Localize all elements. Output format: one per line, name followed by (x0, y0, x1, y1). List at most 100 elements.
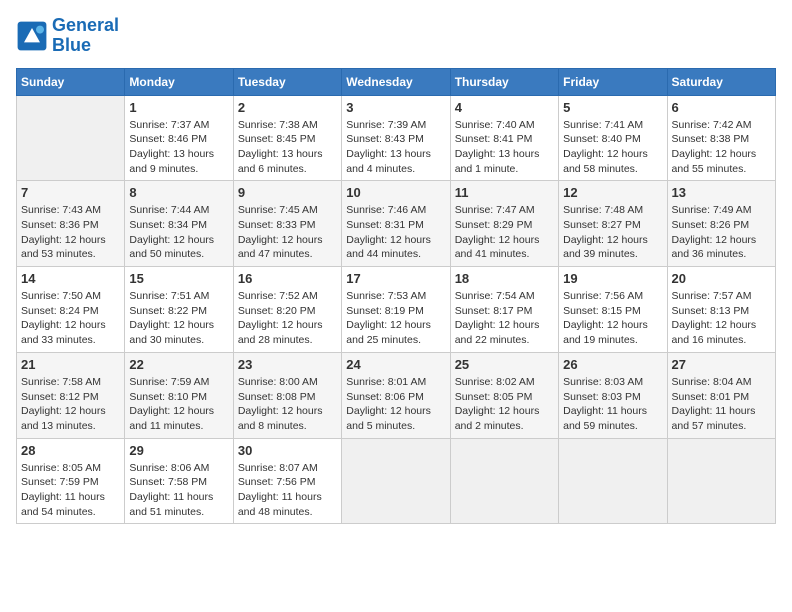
calendar-day-cell: 10 Sunrise: 7:46 AM Sunset: 8:31 PM Dayl… (342, 181, 450, 267)
day-number: 23 (238, 357, 337, 372)
day-number: 24 (346, 357, 445, 372)
calendar-day-cell: 9 Sunrise: 7:45 AM Sunset: 8:33 PM Dayli… (233, 181, 341, 267)
day-info: Sunrise: 7:47 AM Sunset: 8:29 PM Dayligh… (455, 203, 554, 262)
day-info: Sunrise: 7:45 AM Sunset: 8:33 PM Dayligh… (238, 203, 337, 262)
calendar-table: SundayMondayTuesdayWednesdayThursdayFrid… (16, 68, 776, 525)
day-info: Sunrise: 7:40 AM Sunset: 8:41 PM Dayligh… (455, 118, 554, 177)
calendar-day-cell: 23 Sunrise: 8:00 AM Sunset: 8:08 PM Dayl… (233, 352, 341, 438)
day-info: Sunrise: 7:39 AM Sunset: 8:43 PM Dayligh… (346, 118, 445, 177)
day-info: Sunrise: 7:56 AM Sunset: 8:15 PM Dayligh… (563, 289, 662, 348)
day-number: 25 (455, 357, 554, 372)
day-info: Sunrise: 7:42 AM Sunset: 8:38 PM Dayligh… (672, 118, 771, 177)
day-number: 5 (563, 100, 662, 115)
calendar-day-cell: 11 Sunrise: 7:47 AM Sunset: 8:29 PM Dayl… (450, 181, 558, 267)
calendar-day-cell: 4 Sunrise: 7:40 AM Sunset: 8:41 PM Dayli… (450, 95, 558, 181)
calendar-day-cell: 25 Sunrise: 8:02 AM Sunset: 8:05 PM Dayl… (450, 352, 558, 438)
day-info: Sunrise: 8:05 AM Sunset: 7:59 PM Dayligh… (21, 461, 120, 520)
calendar-week-row: 1 Sunrise: 7:37 AM Sunset: 8:46 PM Dayli… (17, 95, 776, 181)
calendar-day-cell: 18 Sunrise: 7:54 AM Sunset: 8:17 PM Dayl… (450, 267, 558, 353)
day-number: 27 (672, 357, 771, 372)
day-number: 22 (129, 357, 228, 372)
page-header: General Blue (16, 16, 776, 56)
logo: General Blue (16, 16, 119, 56)
day-info: Sunrise: 7:48 AM Sunset: 8:27 PM Dayligh… (563, 203, 662, 262)
day-number: 7 (21, 185, 120, 200)
calendar-day-cell: 20 Sunrise: 7:57 AM Sunset: 8:13 PM Dayl… (667, 267, 775, 353)
day-number: 13 (672, 185, 771, 200)
day-info: Sunrise: 8:00 AM Sunset: 8:08 PM Dayligh… (238, 375, 337, 434)
day-number: 28 (21, 443, 120, 458)
calendar-day-cell: 22 Sunrise: 7:59 AM Sunset: 8:10 PM Dayl… (125, 352, 233, 438)
day-number: 26 (563, 357, 662, 372)
calendar-day-cell: 17 Sunrise: 7:53 AM Sunset: 8:19 PM Dayl… (342, 267, 450, 353)
logo-text: General Blue (52, 16, 119, 56)
calendar-week-row: 14 Sunrise: 7:50 AM Sunset: 8:24 PM Dayl… (17, 267, 776, 353)
day-info: Sunrise: 7:52 AM Sunset: 8:20 PM Dayligh… (238, 289, 337, 348)
calendar-week-row: 28 Sunrise: 8:05 AM Sunset: 7:59 PM Dayl… (17, 438, 776, 524)
calendar-day-cell: 2 Sunrise: 7:38 AM Sunset: 8:45 PM Dayli… (233, 95, 341, 181)
day-number: 8 (129, 185, 228, 200)
day-info: Sunrise: 7:37 AM Sunset: 8:46 PM Dayligh… (129, 118, 228, 177)
calendar-day-cell: 30 Sunrise: 8:07 AM Sunset: 7:56 PM Dayl… (233, 438, 341, 524)
calendar-day-cell: 7 Sunrise: 7:43 AM Sunset: 8:36 PM Dayli… (17, 181, 125, 267)
calendar-day-cell: 24 Sunrise: 8:01 AM Sunset: 8:06 PM Dayl… (342, 352, 450, 438)
calendar-day-cell: 26 Sunrise: 8:03 AM Sunset: 8:03 PM Dayl… (559, 352, 667, 438)
day-number: 12 (563, 185, 662, 200)
day-number: 4 (455, 100, 554, 115)
calendar-day-cell: 16 Sunrise: 7:52 AM Sunset: 8:20 PM Dayl… (233, 267, 341, 353)
day-number: 18 (455, 271, 554, 286)
day-number: 1 (129, 100, 228, 115)
day-info: Sunrise: 7:59 AM Sunset: 8:10 PM Dayligh… (129, 375, 228, 434)
calendar-day-cell: 5 Sunrise: 7:41 AM Sunset: 8:40 PM Dayli… (559, 95, 667, 181)
day-number: 19 (563, 271, 662, 286)
day-number: 6 (672, 100, 771, 115)
day-number: 20 (672, 271, 771, 286)
day-info: Sunrise: 7:51 AM Sunset: 8:22 PM Dayligh… (129, 289, 228, 348)
calendar-day-cell: 21 Sunrise: 7:58 AM Sunset: 8:12 PM Dayl… (17, 352, 125, 438)
calendar-day-cell: 27 Sunrise: 8:04 AM Sunset: 8:01 PM Dayl… (667, 352, 775, 438)
day-info: Sunrise: 7:50 AM Sunset: 8:24 PM Dayligh… (21, 289, 120, 348)
weekday-header: Sunday (17, 68, 125, 95)
calendar-day-cell (450, 438, 558, 524)
day-number: 16 (238, 271, 337, 286)
weekday-header: Saturday (667, 68, 775, 95)
calendar-day-cell: 14 Sunrise: 7:50 AM Sunset: 8:24 PM Dayl… (17, 267, 125, 353)
calendar-day-cell: 8 Sunrise: 7:44 AM Sunset: 8:34 PM Dayli… (125, 181, 233, 267)
day-number: 9 (238, 185, 337, 200)
logo-icon (16, 20, 48, 52)
day-info: Sunrise: 7:43 AM Sunset: 8:36 PM Dayligh… (21, 203, 120, 262)
day-number: 21 (21, 357, 120, 372)
day-number: 15 (129, 271, 228, 286)
calendar-day-cell (667, 438, 775, 524)
day-info: Sunrise: 8:06 AM Sunset: 7:58 PM Dayligh… (129, 461, 228, 520)
calendar-day-cell: 15 Sunrise: 7:51 AM Sunset: 8:22 PM Dayl… (125, 267, 233, 353)
day-info: Sunrise: 7:46 AM Sunset: 8:31 PM Dayligh… (346, 203, 445, 262)
day-number: 11 (455, 185, 554, 200)
day-number: 10 (346, 185, 445, 200)
day-info: Sunrise: 8:02 AM Sunset: 8:05 PM Dayligh… (455, 375, 554, 434)
calendar-week-row: 21 Sunrise: 7:58 AM Sunset: 8:12 PM Dayl… (17, 352, 776, 438)
calendar-day-cell: 1 Sunrise: 7:37 AM Sunset: 8:46 PM Dayli… (125, 95, 233, 181)
weekday-header: Thursday (450, 68, 558, 95)
day-info: Sunrise: 8:04 AM Sunset: 8:01 PM Dayligh… (672, 375, 771, 434)
calendar-day-cell (17, 95, 125, 181)
day-info: Sunrise: 7:58 AM Sunset: 8:12 PM Dayligh… (21, 375, 120, 434)
weekday-header: Tuesday (233, 68, 341, 95)
day-number: 2 (238, 100, 337, 115)
day-number: 3 (346, 100, 445, 115)
calendar-day-cell (559, 438, 667, 524)
day-number: 14 (21, 271, 120, 286)
day-info: Sunrise: 7:41 AM Sunset: 8:40 PM Dayligh… (563, 118, 662, 177)
calendar-day-cell: 28 Sunrise: 8:05 AM Sunset: 7:59 PM Dayl… (17, 438, 125, 524)
calendar-week-row: 7 Sunrise: 7:43 AM Sunset: 8:36 PM Dayli… (17, 181, 776, 267)
weekday-header-row: SundayMondayTuesdayWednesdayThursdayFrid… (17, 68, 776, 95)
day-info: Sunrise: 8:01 AM Sunset: 8:06 PM Dayligh… (346, 375, 445, 434)
calendar-day-cell: 13 Sunrise: 7:49 AM Sunset: 8:26 PM Dayl… (667, 181, 775, 267)
calendar-day-cell (342, 438, 450, 524)
calendar-day-cell: 29 Sunrise: 8:06 AM Sunset: 7:58 PM Dayl… (125, 438, 233, 524)
day-number: 30 (238, 443, 337, 458)
calendar-day-cell: 6 Sunrise: 7:42 AM Sunset: 8:38 PM Dayli… (667, 95, 775, 181)
day-info: Sunrise: 7:57 AM Sunset: 8:13 PM Dayligh… (672, 289, 771, 348)
day-info: Sunrise: 7:44 AM Sunset: 8:34 PM Dayligh… (129, 203, 228, 262)
day-info: Sunrise: 7:38 AM Sunset: 8:45 PM Dayligh… (238, 118, 337, 177)
